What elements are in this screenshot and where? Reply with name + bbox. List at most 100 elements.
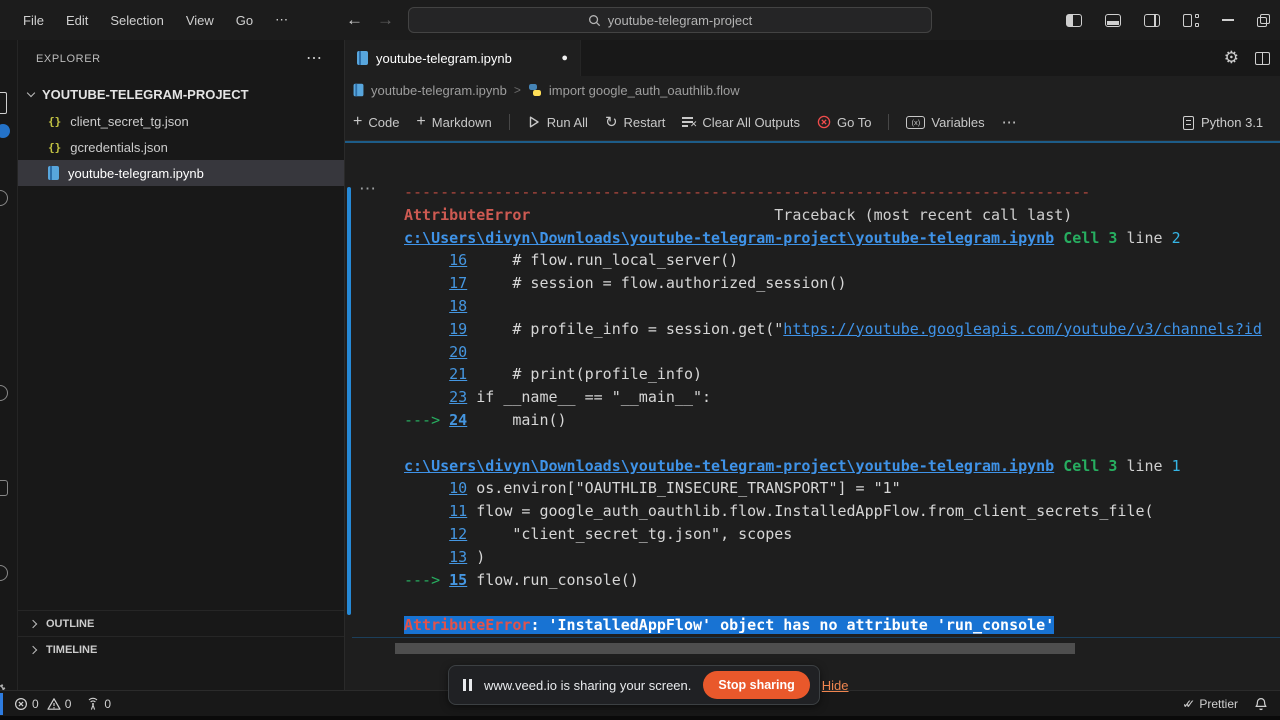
output-horizontal-scrollbar[interactable] <box>395 643 1075 654</box>
split-editor-icon[interactable] <box>1255 51 1270 65</box>
restart-button[interactable]: ↻ Restart <box>605 113 665 131</box>
timeline-section-header[interactable]: TIMELINE <box>18 636 344 662</box>
clear-outputs-icon: ✕ <box>682 116 697 129</box>
line-number-link[interactable]: 20 <box>449 343 467 361</box>
add-markdown-cell-button[interactable]: + Markdown <box>416 113 491 131</box>
manage-gear-icon[interactable]: ⚙ <box>0 680 7 690</box>
traceback-text: AttributeError <box>404 205 531 224</box>
line-number-link[interactable]: 24 <box>449 411 467 429</box>
traceback-line: 21 # print(profile_info) <box>404 363 1280 386</box>
variables-button[interactable]: (x) Variables <box>906 115 985 130</box>
line-number-link[interactable]: 10 <box>449 479 467 497</box>
traceback-text: main() <box>467 410 567 429</box>
forward-icon[interactable]: → <box>377 10 394 30</box>
notebook-settings-gear-icon[interactable]: ⚙ <box>1224 48 1239 68</box>
timeline-label: TIMELINE <box>46 643 98 656</box>
menu-file[interactable]: File <box>12 13 55 28</box>
search-activity-icon[interactable] <box>0 190 8 206</box>
line-number-link[interactable]: 12 <box>449 525 467 543</box>
line-number-link[interactable]: 18 <box>449 297 467 315</box>
screen-sharing-banner: www.veed.io is sharing your screen. Stop… <box>448 665 849 705</box>
customize-layout-icon[interactable] <box>1183 13 1199 27</box>
menu-view[interactable]: View <box>175 13 225 28</box>
line-number-link[interactable]: 15 <box>449 571 467 589</box>
restore-window-icon[interactable] <box>1257 13 1270 27</box>
toolbar-more-actions-icon[interactable]: ⋯ <box>1002 113 1017 131</box>
traceback-line: 12 "client_secret_tg.json", scopes <box>404 523 1280 546</box>
extensions-activity-icon[interactable] <box>0 565 8 581</box>
file-row-gcredentials[interactable]: {} gcredentials.json <box>18 134 344 160</box>
prettier-label: Prettier <box>1199 697 1238 711</box>
menu-selection[interactable]: Selection <box>99 13 174 28</box>
notifications-bell-icon[interactable] <box>1254 697 1268 712</box>
file-row-notebook-selected[interactable]: youtube-telegram.ipynb <box>18 160 344 186</box>
minimize-icon[interactable] <box>1222 19 1234 21</box>
file-link[interactable]: c:\Users\divyn\Downloads\youtube-telegra… <box>404 457 1054 475</box>
breadcrumb: youtube-telegram.ipynb > import google_a… <box>353 76 1253 104</box>
line-number-link[interactable]: 16 <box>449 251 467 269</box>
back-icon[interactable]: ← <box>346 10 363 30</box>
line-number-link[interactable]: 17 <box>449 274 467 292</box>
breadcrumb-file[interactable]: youtube-telegram.ipynb <box>371 83 507 98</box>
outline-section-header[interactable]: OUTLINE <box>18 610 344 636</box>
menu-overflow-icon[interactable]: ⋯ <box>264 12 299 28</box>
breadcrumb-symbol[interactable]: import google_auth_oauthlib.flow <box>549 83 740 98</box>
file-row-client-secret[interactable]: {} client_secret_tg.json <box>18 108 344 134</box>
plus-icon: + <box>353 113 363 130</box>
hide-link[interactable]: Hide <box>822 678 849 693</box>
traceback-line: 19 # profile_info = session.get("https:/… <box>404 318 1280 341</box>
chevron-right-icon <box>28 645 38 654</box>
unsaved-dot-icon[interactable]: ● <box>561 52 568 64</box>
traceback-text: # flow.run_local_server() <box>467 251 739 270</box>
traceback-line: 23 if __name__ == "__main__": <box>404 386 1280 409</box>
source-control-activity-icon[interactable] <box>0 385 8 401</box>
cell-more-actions-icon[interactable]: ⋯ <box>359 179 377 199</box>
file-link[interactable]: c:\Users\divyn\Downloads\youtube-telegra… <box>404 229 1054 247</box>
traceback-text: ---> <box>404 410 450 429</box>
go-to-error-button[interactable]: Go To <box>817 115 871 130</box>
problems-indicator[interactable]: 0 0 <box>14 697 71 711</box>
explorer-activity-icon[interactable] <box>0 92 7 114</box>
traceback-text: # print(profile_info) <box>467 365 703 384</box>
prettier-indicator[interactable]: ✓ ✓ Prettier <box>1182 697 1238 711</box>
line-number-link[interactable]: 11 <box>449 502 467 520</box>
line-number-link[interactable]: 21 <box>449 365 467 383</box>
tab-youtube-telegram-ipynb[interactable]: youtube-telegram.ipynb ● <box>345 40 581 76</box>
add-code-cell-button[interactable]: + Code <box>353 113 399 131</box>
line-number-link[interactable]: 23 <box>449 388 467 406</box>
traceback-line: 16 # flow.run_local_server() <box>404 249 1280 272</box>
toggle-panel-icon[interactable] <box>1105 13 1121 27</box>
explorer-more-actions-icon[interactable]: ⋯ <box>306 48 322 68</box>
chevron-down-icon <box>26 88 36 97</box>
run-debug-activity-icon[interactable] <box>0 480 8 496</box>
notebook-icon <box>353 83 364 97</box>
radio-tower-indicator[interactable]: 0 <box>86 697 111 711</box>
line-number-link[interactable]: 13 <box>449 548 467 566</box>
window-bottom-edge <box>0 716 1280 720</box>
run-all-button[interactable]: Run All <box>527 115 588 130</box>
warnings-icon <box>47 698 61 710</box>
stop-sharing-button[interactable]: Stop sharing <box>703 671 810 699</box>
notebook-output-area: ⋯ --------------------------------------… <box>345 143 1280 693</box>
root-folder-row[interactable]: YOUTUBE-TELEGRAM-PROJECT <box>18 82 344 106</box>
toggle-secondary-sidebar-icon[interactable] <box>1144 13 1160 27</box>
kernel-icon <box>1183 115 1194 130</box>
toggle-primary-sidebar-icon[interactable] <box>1066 13 1082 27</box>
error-message-selected: : 'InstalledAppFlow' object has no attri… <box>530 616 1055 635</box>
traceback-text <box>404 388 449 406</box>
kernel-picker[interactable]: Python 3.1 <box>1183 104 1263 141</box>
toolbar-divider <box>888 114 890 130</box>
traceback-text <box>404 525 449 543</box>
root-folder-name: YOUTUBE-TELEGRAM-PROJECT <box>42 86 249 102</box>
url-link[interactable]: https://youtube.googleapis.com/youtube/v… <box>783 320 1262 338</box>
menu-go[interactable]: Go <box>225 13 264 28</box>
line-number-link[interactable]: 19 <box>449 320 467 338</box>
command-center-search[interactable]: youtube-telegram-project <box>408 7 932 33</box>
tab-title: youtube-telegram.ipynb <box>376 50 512 66</box>
focused-cell-indicator[interactable] <box>347 187 351 615</box>
traceback-line <box>404 591 1280 614</box>
clear-all-outputs-button[interactable]: ✕ Clear All Outputs <box>682 115 800 130</box>
traceback-text: Cell 3 <box>1063 456 1118 475</box>
errors-count: 0 <box>32 697 39 711</box>
menu-edit[interactable]: Edit <box>55 13 99 28</box>
